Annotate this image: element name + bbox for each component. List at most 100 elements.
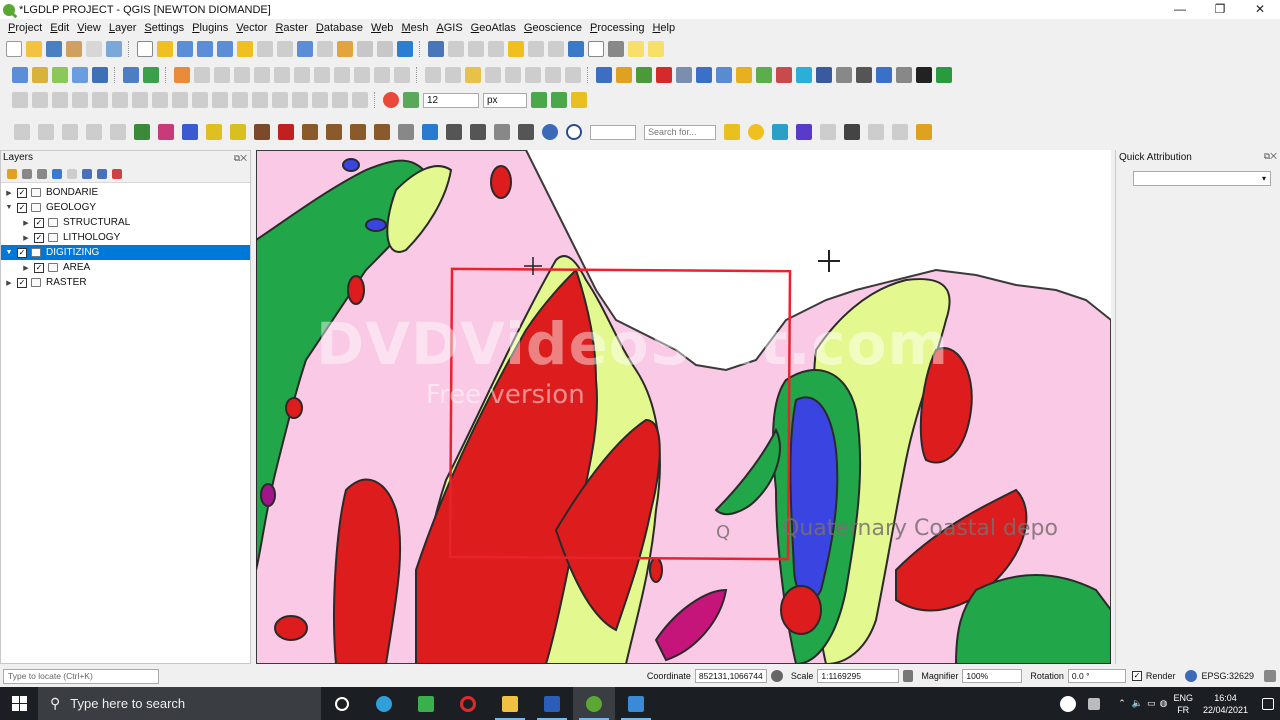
split-parts-icon[interactable] bbox=[252, 92, 268, 108]
profile-2-icon[interactable] bbox=[326, 124, 342, 140]
plugin-python-icon[interactable] bbox=[596, 67, 612, 83]
label-tool-1-icon[interactable] bbox=[425, 67, 441, 83]
new-3d-map-icon[interactable] bbox=[357, 41, 373, 57]
shape-digitize-5-icon[interactable] bbox=[110, 124, 126, 140]
redo-icon[interactable] bbox=[394, 67, 410, 83]
merge-attributes-icon[interactable] bbox=[292, 92, 308, 108]
people-icon[interactable] bbox=[1088, 697, 1101, 710]
taskbar-edge[interactable] bbox=[363, 687, 405, 720]
layer-row-digitizing[interactable]: ▼ ✓ DIGITIZING bbox=[1, 245, 250, 260]
processing-toolbox-icon[interactable] bbox=[568, 41, 584, 57]
offset-symbols-icon[interactable] bbox=[332, 92, 348, 108]
add-wms-layer-icon[interactable] bbox=[123, 67, 139, 83]
arrow-right-icon[interactable] bbox=[422, 124, 438, 140]
snapping-tolerance-input[interactable]: 12 bbox=[423, 92, 479, 108]
zoom-query-icon[interactable] bbox=[820, 124, 836, 140]
merge-features-icon[interactable] bbox=[272, 92, 288, 108]
star-icon[interactable] bbox=[206, 124, 222, 140]
curve-icon[interactable] bbox=[182, 124, 198, 140]
add-ring-icon[interactable] bbox=[92, 92, 108, 108]
shape-digitize-1-icon[interactable] bbox=[14, 124, 30, 140]
new-map-view-icon[interactable] bbox=[337, 41, 353, 57]
pan-icon[interactable] bbox=[137, 41, 153, 57]
taskbar-photos[interactable] bbox=[615, 687, 657, 720]
crs-label[interactable]: EPSG:32629 bbox=[1201, 671, 1254, 681]
expand-arrow-right-icon[interactable]: ▶ bbox=[5, 279, 13, 287]
expand-arrow-right-icon[interactable]: ▶ bbox=[22, 219, 30, 227]
extra-tool-icon[interactable] bbox=[916, 124, 932, 140]
extents-toggle-icon[interactable] bbox=[770, 670, 783, 682]
select-features-icon[interactable] bbox=[468, 41, 484, 57]
save-edits-icon[interactable] bbox=[214, 67, 230, 83]
zoom-to-layer-icon[interactable] bbox=[257, 41, 273, 57]
vertex-tool-icon[interactable] bbox=[254, 67, 270, 83]
line-tool-icon[interactable] bbox=[868, 124, 884, 140]
help-tray-icon[interactable] bbox=[1060, 695, 1077, 712]
plugin-geology-icon[interactable] bbox=[616, 67, 632, 83]
menu-vector[interactable]: Vector bbox=[232, 22, 271, 34]
menu-view[interactable]: View bbox=[73, 22, 105, 34]
copy-features-icon[interactable] bbox=[334, 67, 350, 83]
plugin-earth-icon[interactable] bbox=[876, 67, 892, 83]
menu-mesh[interactable]: Mesh bbox=[397, 22, 432, 34]
layer-visibility-checkbox[interactable]: ✓ bbox=[34, 217, 44, 228]
style-tool-icon[interactable] bbox=[844, 124, 860, 140]
quick-query-icon[interactable] bbox=[796, 124, 812, 140]
zoom-in-icon[interactable] bbox=[177, 41, 193, 57]
identify-icon[interactable] bbox=[428, 41, 444, 57]
split-features-icon[interactable] bbox=[232, 92, 248, 108]
magnifier-field[interactable]: 100% bbox=[962, 669, 1023, 683]
search-field-select[interactable] bbox=[590, 124, 636, 140]
taskbar-search[interactable]: ⚲ Type here to search bbox=[38, 687, 321, 720]
current-edits-icon[interactable] bbox=[174, 67, 190, 83]
add-group-icon[interactable] bbox=[22, 168, 32, 179]
plugin-binoculars-icon[interactable] bbox=[856, 67, 872, 83]
poi-icon[interactable] bbox=[916, 67, 932, 83]
taskbar-qgis[interactable] bbox=[573, 687, 615, 720]
rotate-symbols-icon[interactable] bbox=[312, 92, 328, 108]
manage-themes-icon[interactable] bbox=[37, 168, 47, 179]
menu-web[interactable]: Web bbox=[367, 22, 397, 34]
plugin-fault-icon[interactable] bbox=[776, 67, 792, 83]
raster-red-icon[interactable] bbox=[278, 124, 294, 140]
taskbar-word[interactable] bbox=[531, 687, 573, 720]
menu-geoatlas[interactable]: GeoAtlas bbox=[467, 22, 520, 34]
menu-database[interactable]: Database bbox=[312, 22, 367, 34]
menu-raster[interactable]: Raster bbox=[271, 22, 311, 34]
battery-icon[interactable]: ▭ bbox=[1147, 698, 1156, 709]
label-tool-8-icon[interactable] bbox=[565, 67, 581, 83]
plugin-rc-icon[interactable] bbox=[230, 124, 246, 140]
plugin-chart-icon[interactable] bbox=[756, 67, 772, 83]
plugin-globe-icon[interactable] bbox=[696, 67, 712, 83]
layer-row-raster[interactable]: ▶ ✓ RASTER bbox=[1, 275, 250, 290]
layer-visibility-checkbox[interactable]: ✓ bbox=[17, 277, 27, 288]
select-by-value-icon[interactable] bbox=[488, 41, 504, 57]
actions-icon[interactable] bbox=[448, 41, 464, 57]
trim-extend-icon[interactable] bbox=[352, 92, 368, 108]
label-tool-2-icon[interactable] bbox=[445, 67, 461, 83]
layer-visibility-checkbox[interactable]: ✓ bbox=[17, 247, 27, 258]
layer-row-structural[interactable]: ▶ ✓ STRUCTURAL bbox=[1, 215, 250, 230]
map-tips-icon[interactable] bbox=[628, 41, 644, 57]
label-tool-4-icon[interactable] bbox=[485, 67, 501, 83]
scale-field[interactable]: 1:1169295 bbox=[817, 669, 900, 683]
statistics-sum-icon[interactable] bbox=[588, 41, 604, 57]
menu-project[interactable]: Project bbox=[4, 22, 46, 34]
shape-digitize-3-icon[interactable] bbox=[62, 124, 78, 140]
plugin-yellow-icon[interactable] bbox=[736, 67, 752, 83]
label-tool-7-icon[interactable] bbox=[545, 67, 561, 83]
snap-intersection-icon[interactable] bbox=[571, 92, 587, 108]
taskbar-app-green[interactable] bbox=[405, 687, 447, 720]
expand-arrow-right-icon[interactable]: ▶ bbox=[5, 189, 13, 197]
menu-processing[interactable]: Processing bbox=[586, 22, 648, 34]
tools-icon[interactable] bbox=[518, 124, 534, 140]
filter-expression-icon[interactable] bbox=[67, 168, 77, 179]
add-vector-layer-icon[interactable] bbox=[52, 67, 68, 83]
clock[interactable]: 16:04 22/04/2021 bbox=[1203, 692, 1248, 716]
show-hidden-icons-icon[interactable]: ⌃ bbox=[1118, 698, 1126, 709]
add-feature-icon[interactable] bbox=[234, 67, 250, 83]
attribute-table-icon[interactable] bbox=[528, 41, 544, 57]
data-source-manager-icon[interactable] bbox=[12, 67, 28, 83]
move-feature-icon[interactable] bbox=[32, 92, 48, 108]
snapping-icon[interactable] bbox=[383, 92, 399, 108]
